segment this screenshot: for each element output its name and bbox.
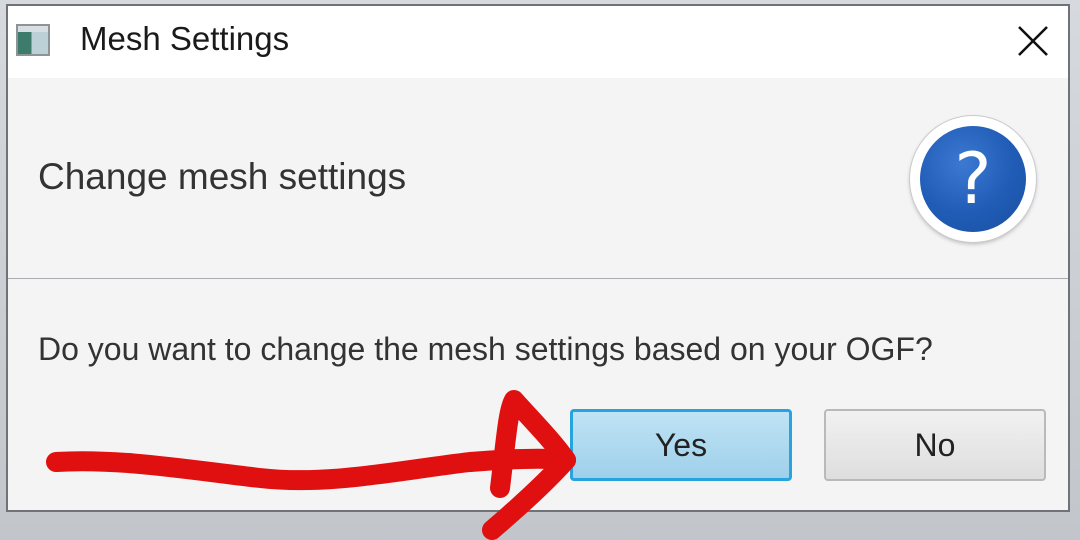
window-title: Mesh Settings [80, 20, 290, 57]
title-bar: Mesh Settings [8, 6, 1068, 78]
confirmation-message: Do you want to change the mesh settings … [38, 331, 933, 367]
help-icon-frame: ? [910, 116, 1036, 242]
app-window-icon [16, 24, 50, 56]
close-icon [1018, 26, 1048, 56]
header-text: Change mesh settings [38, 156, 407, 197]
close-button[interactable] [998, 6, 1068, 76]
no-button[interactable]: No [824, 409, 1046, 481]
yes-button-label: Yes [654, 426, 708, 463]
question-mark-icon: ? [920, 126, 1026, 232]
yes-button[interactable]: Yes [570, 409, 792, 481]
mesh-settings-dialog: Mesh Settings Change mesh settings ? Do … [6, 4, 1070, 512]
dialog-content: Do you want to change the mesh settings … [8, 279, 1068, 510]
no-button-label: No [914, 426, 956, 463]
dialog-header: Change mesh settings ? [8, 78, 1068, 279]
